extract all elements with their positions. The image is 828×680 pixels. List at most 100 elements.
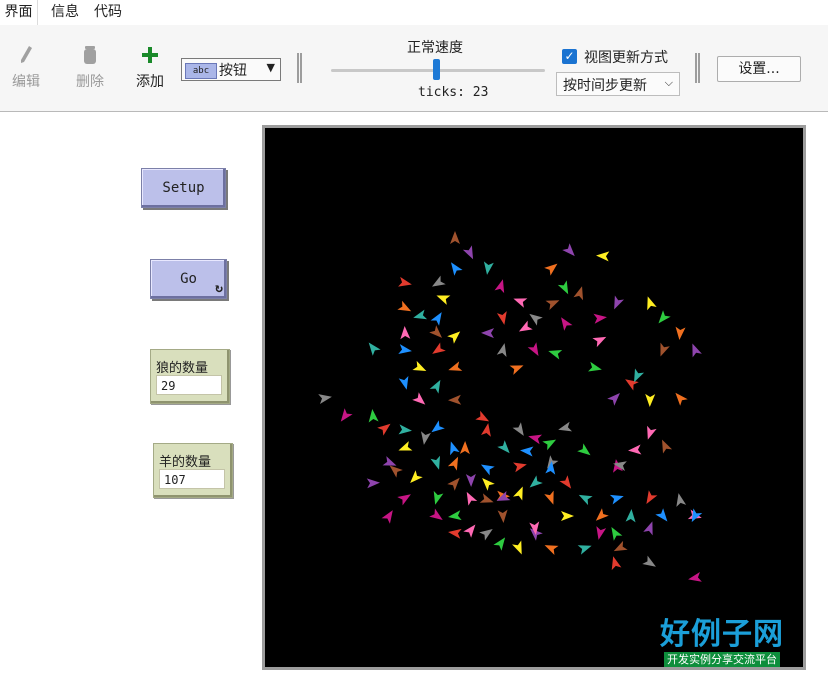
agent-turtle [609,494,624,505]
agent-turtle [400,326,411,340]
agent-turtle [413,309,428,320]
agent-turtle [578,494,593,506]
setup-label: Setup [162,180,205,196]
sheep-count-monitor: 羊的数量 107 [153,443,233,498]
agent-turtle [561,317,573,331]
agent-turtle [596,251,610,262]
agent-turtle [675,326,686,340]
ticks-counter: ticks: 23 [418,85,489,100]
add-label: 添加 [136,74,164,90]
agent-turtle [463,524,476,538]
agent-turtle [450,231,460,244]
tab-interface[interactable]: 界面 [0,0,38,25]
agent-turtle [318,394,332,404]
widget-type-select[interactable]: abc 按钮 ▼ [181,58,281,81]
agent-turtle [528,434,543,445]
agent-turtle [410,470,423,484]
setup-button[interactable]: Setup [141,168,226,208]
agent-turtle [691,508,703,523]
agent-turtle [611,526,623,541]
agent-turtle [397,494,411,506]
agent-turtle [676,493,687,507]
site-logo: 好例子网 开发实例分享交流平台 [660,618,784,667]
agent-turtle [412,360,427,371]
agent-turtle [447,477,460,491]
tab-code[interactable]: 代码 [90,0,126,25]
agent-turtle [513,462,527,473]
agent-turtle [655,508,668,522]
agent-turtle [692,343,702,358]
toolbar-separator [695,53,700,83]
agent-turtle [542,439,557,451]
agent-turtle [448,361,463,371]
agent-turtle [643,521,653,536]
agent-turtle [588,361,602,372]
agent-turtle [448,510,462,521]
agent-turtle [660,342,670,357]
agent-turtle [675,392,688,406]
agent-turtle [611,556,622,571]
logo-title: 好例子网 [660,617,784,652]
agent-turtle [450,262,463,276]
agent-turtle [647,425,657,440]
agent-turtle [494,279,505,294]
agent-turtle [593,313,607,324]
agent-turtle [481,423,491,437]
agent-turtle [436,295,451,305]
agent-turtle [447,331,461,344]
agent-turtle [688,571,702,582]
agent-turtle [513,486,523,501]
agent-turtle [448,528,462,539]
agent-turtle [482,477,495,491]
plus-icon [142,47,158,63]
world-view[interactable] [262,125,806,670]
agent-turtle [479,528,493,541]
widget-type-value: 按钮 [219,63,247,79]
speed-slider-thumb[interactable] [433,59,440,80]
agent-turtle [559,475,572,489]
agent-turtle [459,441,470,455]
view-update-label: 视图更新方式 [584,50,668,66]
agent-turtle [398,344,412,354]
delete-button[interactable]: 删除 [70,45,110,91]
logo-subtitle: 开发实例分享交流平台 [664,652,780,667]
agent-turtle [497,440,510,454]
agent-turtle [558,421,573,432]
edit-button[interactable]: 编辑 [6,45,46,91]
agent-turtle [548,349,563,360]
agent-turtle [465,473,476,487]
update-mode-select[interactable]: 按时间步更新 ⌵ [556,72,680,96]
toolbar: 编辑 删除 添加 abc 按钮 ▼ 正常速度 ticks: 23 ✓ 视图更新方… [0,25,828,112]
settings-button[interactable]: 设置... [717,56,801,82]
agent-turtle [577,545,592,555]
agent-turtle [520,446,534,457]
agent-turtle [613,540,628,552]
button-widget-icon: abc [185,63,217,79]
agent-turtle [483,261,494,275]
delete-label: 删除 [76,74,104,90]
agent-turtle [557,280,569,295]
agent-turtle [412,392,426,405]
agent-turtle [513,298,528,308]
agent-turtle [398,441,413,451]
agent-turtle [447,456,459,471]
wolf-count-value: 29 [156,375,222,395]
agent-turtle [340,408,353,422]
edit-label: 编辑 [12,74,40,90]
agent-turtle [662,439,673,454]
agent-turtle [647,296,657,311]
agent-turtle [595,508,609,521]
agent-turtle [509,365,524,375]
agent-turtle [642,555,656,567]
agent-turtle [512,540,522,555]
agent-turtle [475,410,490,422]
tab-info[interactable]: 信息 [47,0,83,25]
agent-turtle [496,343,507,357]
add-button[interactable]: 添加 [130,45,170,91]
agent-turtle [544,263,558,276]
go-button[interactable]: Go ↻ [150,259,227,299]
agent-turtle [429,508,443,521]
update-mode-value: 按时间步更新 [563,78,647,94]
view-update-checkbox[interactable]: ✓ [562,49,577,64]
pencil-icon [21,46,32,63]
